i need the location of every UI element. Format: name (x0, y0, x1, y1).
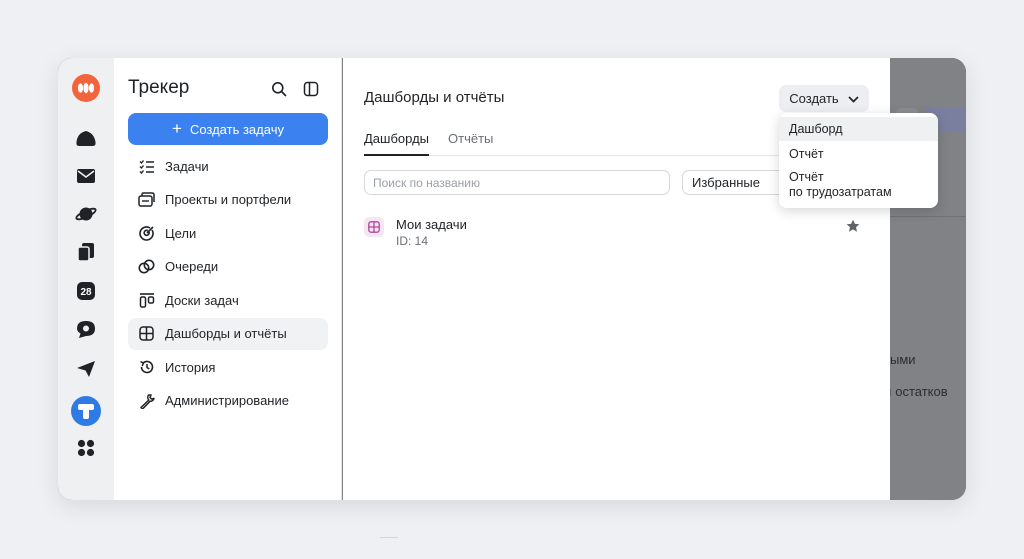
mail-icon[interactable] (71, 161, 101, 191)
chevron-down-icon (848, 91, 859, 106)
sidebar-item-projects[interactable]: Проекты и портфели (128, 184, 328, 216)
divider (380, 537, 398, 538)
list-item[interactable]: Мои задачи ID: 14 (364, 216, 870, 252)
background-text-2-label: остатков (895, 384, 948, 399)
create-menu: Дашборд Отчёт Отчёт по трудозатратам (779, 113, 938, 208)
background-divider (890, 216, 966, 217)
collapse-sidebar-icon[interactable] (301, 79, 321, 99)
tab-dashboards[interactable]: Дашборды (364, 131, 429, 156)
sidebar-item-label: Цели (165, 225, 197, 241)
create-dropdown-label: Создать (789, 91, 839, 106)
projects-icon (138, 191, 155, 208)
app-rail: 28 (58, 58, 114, 500)
search-placeholder: Поиск по названию (373, 175, 481, 190)
sidebar: Трекер + Создать задачу Задачи Проекты и… (114, 58, 342, 500)
menu-item-dashboard[interactable]: Дашборд (779, 117, 938, 141)
tasks-list-icon (138, 158, 155, 175)
dashboard-id: ID: 14 (396, 234, 429, 248)
dashboard-name: Мои задачи (396, 217, 467, 232)
create-task-button[interactable]: + Создать задачу (128, 113, 328, 145)
sidebar-title: Трекер (128, 77, 190, 98)
create-dropdown-button[interactable]: Создать (779, 85, 869, 112)
sidebar-item-label: История (165, 359, 216, 375)
planet-icon[interactable] (71, 199, 101, 229)
background-text-1: ыми (890, 352, 916, 367)
wrench-icon (138, 392, 155, 409)
background-text-2: ı остатков (888, 384, 948, 399)
create-task-label: Создать задачу (189, 121, 284, 137)
plus-icon: + (172, 118, 182, 138)
dashboard-grid-icon (138, 325, 155, 342)
tracker-app-icon[interactable] (69, 394, 103, 428)
sidebar-nav: Задачи Проекты и портфели Цели Очереди Д… (128, 150, 328, 418)
history-icon (138, 359, 155, 376)
sidebar-item-dashboards[interactable]: Дашборды и отчёты (128, 317, 328, 350)
sidebar-item-label: Проекты и портфели (165, 192, 292, 207)
search-input[interactable]: Поиск по названию (364, 170, 670, 195)
page-title: Дашборды и отчёты (364, 89, 505, 106)
files-icon[interactable] (71, 237, 101, 267)
star-icon[interactable] (846, 219, 860, 233)
tab-reports[interactable]: Отчёты (448, 131, 493, 156)
dashboard-grid-icon (364, 217, 384, 237)
cloud-icon[interactable] (71, 124, 101, 154)
apps-grid-icon[interactable] (71, 433, 101, 463)
sidebar-item-boards[interactable]: Доски задач (128, 284, 328, 316)
queues-icon (138, 258, 155, 275)
menu-item-report[interactable]: Отчёт (779, 142, 938, 166)
sidebar-item-label: Дашборды и отчёты (165, 326, 287, 341)
calendar-icon[interactable]: 28 (71, 276, 101, 306)
menu-item-effort-report[interactable]: Отчёт по трудозатратам (779, 167, 938, 203)
tracker-logo-icon[interactable] (71, 73, 101, 103)
sidebar-item-history[interactable]: История (128, 351, 328, 383)
filter-label: Избранные (692, 175, 760, 190)
calendar-day: 28 (80, 287, 92, 298)
search-icon[interactable] (269, 79, 289, 99)
messenger-icon[interactable] (71, 314, 101, 344)
menu-item-effort-report-line1: Отчёт (789, 170, 824, 184)
menu-item-effort-report-line2: по трудозатратам (789, 185, 892, 199)
sidebar-item-label: Задачи (165, 158, 209, 174)
sidebar-item-label: Доски задач (165, 292, 239, 308)
sidebar-item-queues[interactable]: Очереди (128, 251, 328, 283)
sidebar-item-label: Администрирование (165, 393, 289, 408)
sidebar-item-goals[interactable]: Цели (128, 217, 328, 249)
sidebar-item-tasks[interactable]: Задачи (128, 150, 328, 182)
goals-target-icon (138, 225, 155, 242)
send-icon[interactable] (71, 354, 101, 384)
sidebar-item-label: Очереди (165, 259, 219, 274)
boards-icon (138, 292, 155, 309)
sidebar-item-administration[interactable]: Администрирование (128, 385, 328, 417)
